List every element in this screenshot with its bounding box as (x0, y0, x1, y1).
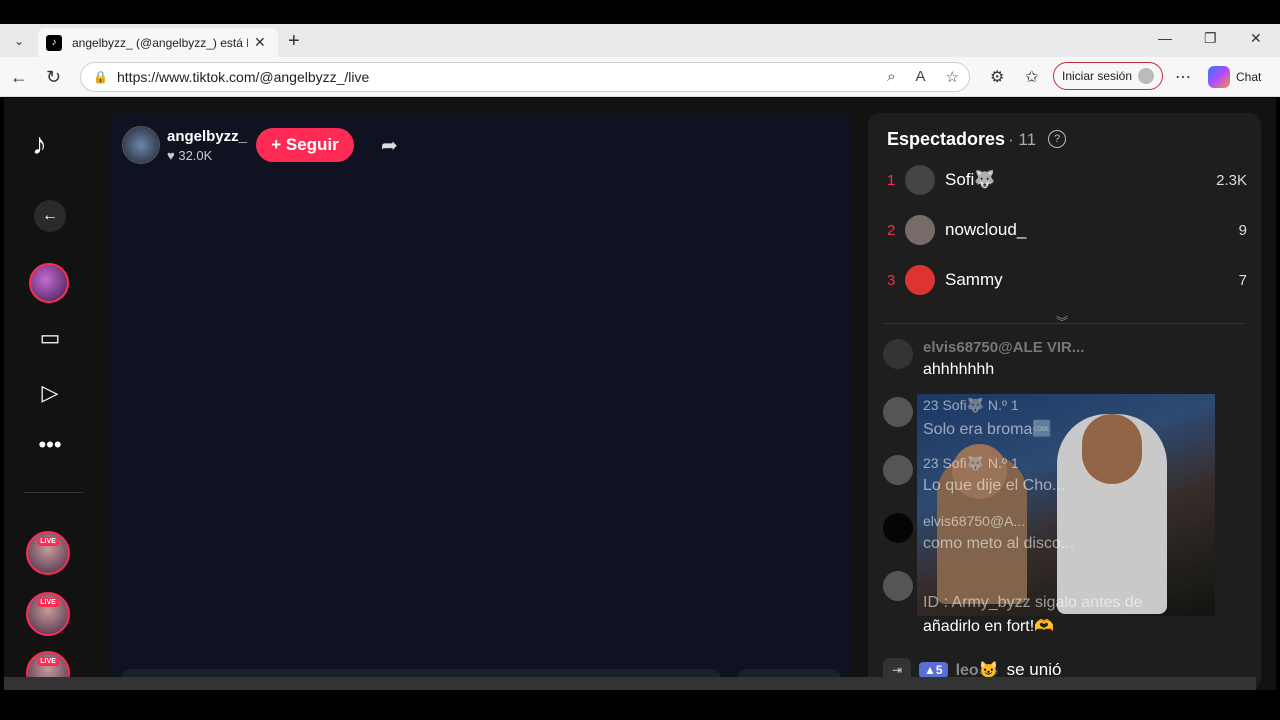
browser-tab[interactable]: ♪ angelbyzz_ (@angelbyzz_) está LIVE ✕ (38, 28, 278, 57)
chat-badge-line: 23 Sofi🐺 N.º 1 (923, 455, 1019, 471)
help-question-icon[interactable]: ? (1048, 130, 1066, 148)
chat-message-dim: Solo era broma🆒 (923, 421, 1053, 438)
viewers-count: · 11 (1008, 130, 1037, 149)
viewer-avatar (905, 165, 935, 195)
live-video-player[interactable]: angelbyzz_ ♥ 32.0K + Seguir ➦ (109, 113, 851, 690)
tiktok-favicon-icon: ♪ (46, 34, 62, 51)
tiktok-page: ♪ ← ▭ ▷ ••• LIVE LIVE LIVE angelbyzz_ ♥ … (4, 98, 1276, 690)
chat-username[interactable]: elvis68750@ALE VIR... (923, 339, 1084, 356)
reload-icon[interactable]: ↻ (46, 67, 61, 88)
new-tab-plus-icon[interactable]: + (288, 30, 300, 53)
share-arrow-icon[interactable]: ➦ (381, 133, 398, 158)
url-field[interactable]: 🔒 https://www.tiktok.com/@angelbyzz_/liv… (80, 62, 970, 92)
viewer-name: nowcloud_ (945, 220, 1027, 239)
viewer-avatar (905, 215, 935, 245)
expand-chevron-icon[interactable]: ︾ (1056, 313, 1068, 330)
viewers-chat-panel: Espectadores · 11 ? 1 Sofi🐺 2.3K 2 nowcl… (868, 113, 1261, 690)
chat-avatar (883, 339, 913, 369)
nav-divider (24, 492, 84, 493)
tab-title: angelbyzz_ (@angelbyzz_) está LIVE (72, 35, 248, 50)
address-bar: ← ↻ 🔒 https://www.tiktok.com/@angelbyzz_… (0, 57, 1280, 97)
chat-username-dim: elvis68750@A... (923, 513, 1026, 529)
chat-message-dim: como meto al disco... (923, 535, 1075, 552)
play-house-icon[interactable]: ▷ (35, 379, 65, 407)
live-badge: LIVE (37, 657, 59, 666)
back-arrow-nav-icon[interactable]: ← (34, 200, 66, 232)
url-text: https://www.tiktok.com/@angelbyzz_/live (117, 69, 370, 85)
likes-count: 32.0K (178, 148, 213, 163)
favorites-icon[interactable]: ✩ (1025, 67, 1038, 87)
copilot-chat-button[interactable]: Chat (1208, 63, 1261, 91)
streamer-likes: ♥ 32.0K (167, 148, 213, 163)
more-menu-icon[interactable]: ⋯ (1175, 67, 1191, 87)
left-nav: ♪ ← ▭ ▷ ••• LIVE LIVE LIVE (4, 98, 94, 690)
chat-label: Chat (1236, 70, 1262, 84)
back-arrow-icon[interactable]: ← (10, 67, 28, 88)
live-channel-avatar[interactable]: LIVE (26, 592, 70, 636)
window-top-strip (0, 0, 1280, 24)
viewer-rank: 1 (887, 171, 896, 189)
viewer-score: 2.3K (1216, 171, 1247, 189)
chat-message: añadirlo en fort!🫶 (923, 618, 1055, 635)
tiktok-logo-icon[interactable]: ♪ (32, 128, 68, 168)
read-aloud-icon[interactable]: A (916, 68, 926, 86)
following-avatar[interactable] (29, 263, 69, 303)
viewer-score: 7 (1238, 271, 1247, 289)
window-close-icon[interactable]: ✕ (1250, 30, 1262, 47)
chat-message: ahhhhhhh (923, 361, 995, 378)
level-badge: ▲5 (919, 662, 948, 678)
tab-bar: ⌄ ♪ angelbyzz_ (@angelbyzz_) está LIVE ✕… (0, 24, 1280, 57)
minimize-icon[interactable]: — (1158, 30, 1172, 46)
chat-badge-line: 23 Sofi🐺 N.º 1 (923, 397, 1019, 413)
live-badge: LIVE (37, 537, 59, 546)
viewer-score: 9 (1238, 221, 1247, 239)
chat-avatar (883, 571, 913, 601)
viewers-title: Espectadores (887, 129, 1006, 149)
viewer-row[interactable]: 2 nowcloud_ 9 (887, 212, 1247, 248)
chat-avatar (883, 455, 913, 485)
person-head (1082, 414, 1142, 484)
viewer-rank: 3 (887, 271, 896, 289)
extensions-icon[interactable]: ⚙ (990, 67, 1004, 87)
profile-avatar-icon (1138, 68, 1155, 84)
horizontal-scrollbar[interactable] (4, 677, 1256, 690)
viewer-name: Sofi🐺 (945, 170, 996, 189)
chat-avatar (883, 513, 913, 543)
restore-icon[interactable]: ❐ (1204, 30, 1217, 47)
zoom-icon[interactable]: ⌕ (887, 68, 895, 86)
tab-close-icon[interactable]: ✕ (254, 34, 266, 51)
level-number: 5 (935, 663, 943, 677)
chat-avatar (883, 397, 913, 427)
tab-list-chevron-icon[interactable]: ⌄ (6, 30, 32, 52)
more-dots-icon[interactable]: ••• (35, 431, 65, 459)
lock-icon: 🔒 (93, 70, 108, 84)
viewer-avatar (905, 265, 935, 295)
signin-label: Iniciar sesión (1061, 69, 1133, 83)
viewer-rank: 2 (887, 221, 896, 239)
viewer-name: Sammy (945, 270, 1003, 289)
live-badge: LIVE (37, 598, 59, 607)
copilot-logo-icon (1208, 66, 1230, 88)
favorite-star-icon[interactable]: ☆ (946, 68, 959, 86)
viewer-row[interactable]: 3 Sammy 7 (887, 262, 1247, 298)
streamer-name[interactable]: angelbyzz_ (167, 128, 247, 145)
signin-button[interactable]: Iniciar sesión (1053, 62, 1163, 90)
follow-button[interactable]: + Seguir (256, 128, 354, 162)
viewer-row[interactable]: 1 Sofi🐺 2.3K (887, 162, 1247, 198)
streamer-avatar[interactable] (122, 126, 160, 164)
video-camera-icon[interactable]: ▭ (35, 324, 65, 352)
chat-message-dim: ID : Army_byzz sigalo antes de (923, 594, 1143, 611)
live-channel-avatar[interactable]: LIVE (26, 531, 70, 575)
chat-message-dim: Lo que dije el Cho... (923, 477, 1066, 494)
